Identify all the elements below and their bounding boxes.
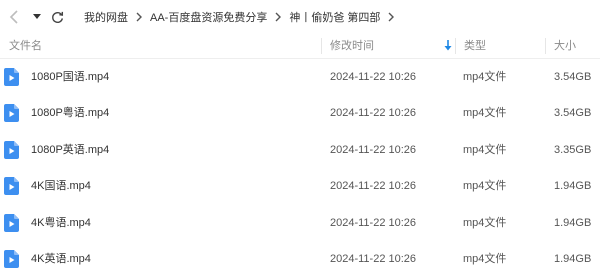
file-name[interactable]: 4K粤语.mp4 [31, 205, 91, 241]
file-size: 3.54GB [554, 71, 592, 83]
file-type: mp4文件 [463, 143, 507, 156]
file-type: mp4文件 [463, 71, 507, 83]
file-modified: 2024-11-22 10:26 [330, 143, 417, 156]
file-size: 3.54GB [554, 107, 592, 120]
file-modified: 2024-11-22 10:26 [330, 252, 417, 265]
refresh-icon[interactable] [48, 0, 66, 34]
toolbar: 我的网盘 AA-百度盘资源免费分享 神丨偷奶爸 第四部 [0, 0, 600, 34]
chevron-left-icon[interactable] [4, 0, 24, 34]
file-list: 1080P国语.mp4 2024-11-22 10:26 mp4文件 3.54G… [0, 59, 600, 277]
file-row[interactable]: 4K国语.mp4 2024-11-22 10:26 mp4文件 1.94GB [0, 168, 600, 204]
file-modified: 2024-11-22 10:26 [330, 71, 417, 83]
video-file-icon [4, 249, 19, 271]
caret-down-icon[interactable] [30, 0, 44, 34]
chevron-right-icon [275, 12, 282, 22]
column-divider[interactable] [321, 38, 322, 54]
file-row[interactable]: 1080P粤语.mp4 2024-11-22 10:26 mp4文件 3.54G… [0, 95, 600, 131]
video-file-icon [4, 68, 19, 89]
file-name[interactable]: 1080P英语.mp4 [31, 132, 109, 168]
chevron-right-icon [388, 12, 395, 22]
column-header-name[interactable]: 文件名 [9, 34, 42, 58]
file-row[interactable]: 4K粤语.mp4 2024-11-22 10:26 mp4文件 1.94GB [0, 205, 600, 241]
video-file-icon [4, 213, 19, 235]
file-list-header: 文件名 修改时间 类型 大小 [0, 34, 600, 59]
column-divider[interactable] [455, 38, 456, 54]
file-type: mp4文件 [463, 107, 507, 120]
chevron-right-icon [136, 12, 142, 22]
video-file-icon [4, 140, 19, 162]
file-size: 3.35GB [554, 143, 592, 156]
column-header-modified[interactable]: 修改时间 [330, 34, 374, 58]
file-size: 1.94GB [554, 252, 592, 265]
breadcrumb: 我的网盘 AA-百度盘资源免费分享 神丨偷奶爸 第四部 [84, 0, 402, 34]
column-header-size[interactable]: 大小 [554, 34, 576, 58]
file-modified: 2024-11-22 10:26 [330, 216, 417, 229]
file-name[interactable]: 1080P国语.mp4 [31, 59, 109, 95]
breadcrumb-item[interactable]: 神丨偷奶爸 第四部 [289, 9, 380, 25]
file-type: mp4文件 [463, 216, 507, 229]
column-divider[interactable] [545, 38, 546, 54]
file-modified: 2024-11-22 10:26 [330, 180, 417, 193]
breadcrumb-item[interactable]: AA-百度盘资源免费分享 [150, 9, 267, 25]
file-name[interactable]: 4K国语.mp4 [31, 168, 91, 204]
file-modified: 2024-11-22 10:26 [330, 107, 417, 120]
file-name[interactable]: 4K英语.mp4 [31, 241, 91, 277]
file-row[interactable]: 4K英语.mp4 2024-11-22 10:26 mp4文件 1.94GB [0, 241, 600, 277]
video-file-icon [4, 104, 19, 125]
breadcrumb-item[interactable]: 我的网盘 [84, 9, 128, 25]
file-type: mp4文件 [463, 180, 507, 193]
file-row[interactable]: 1080P英语.mp4 2024-11-22 10:26 mp4文件 3.35G… [0, 132, 600, 168]
file-row[interactable]: 1080P国语.mp4 2024-11-22 10:26 mp4文件 3.54G… [0, 59, 600, 95]
column-header-type[interactable]: 类型 [464, 34, 486, 58]
video-file-icon [4, 177, 19, 198]
file-size: 1.94GB [554, 180, 592, 193]
file-name[interactable]: 1080P粤语.mp4 [31, 95, 109, 131]
sort-descending-arrow-icon[interactable] [444, 40, 452, 54]
file-type: mp4文件 [463, 252, 507, 265]
file-size: 1.94GB [554, 216, 592, 229]
